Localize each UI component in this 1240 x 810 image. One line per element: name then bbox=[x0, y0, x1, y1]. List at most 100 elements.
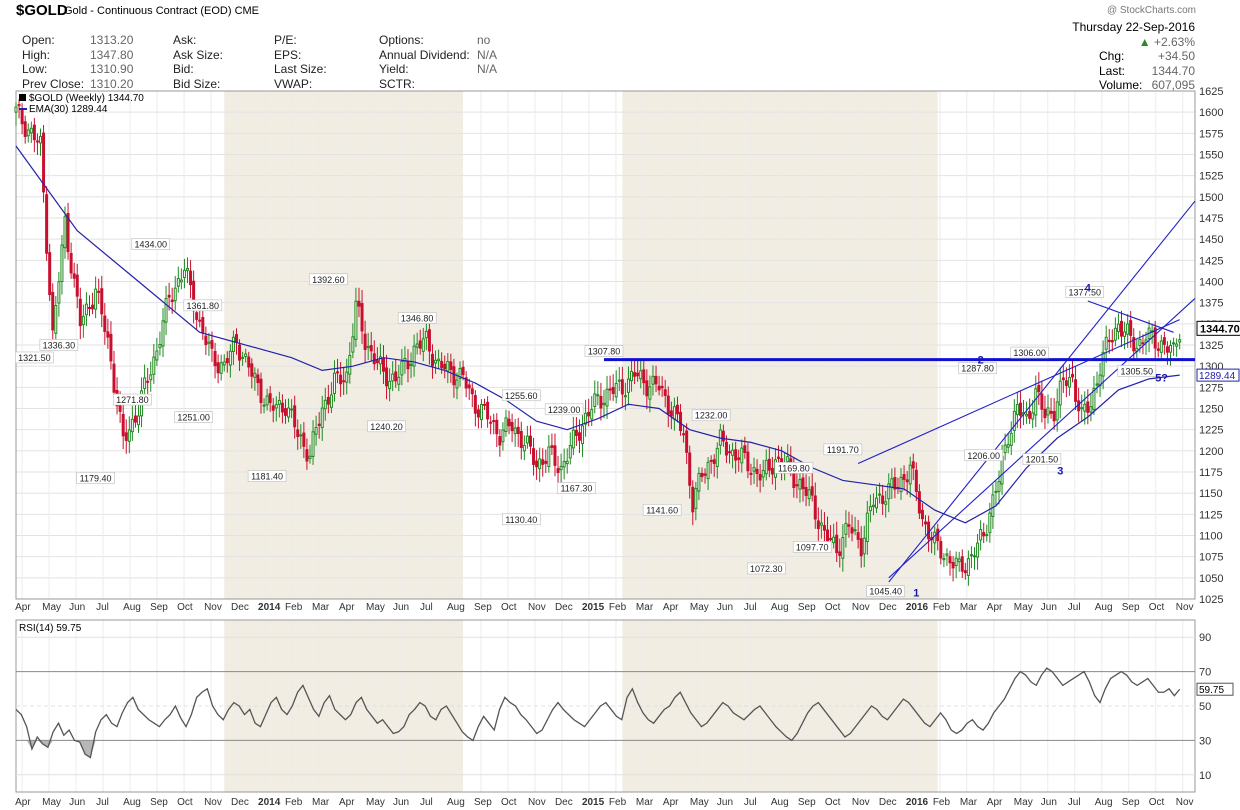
price-x-label-22: Feb bbox=[609, 602, 627, 613]
candle-body-297 bbox=[924, 521, 928, 525]
candle-body-182 bbox=[571, 429, 575, 449]
candle-body-162 bbox=[510, 421, 514, 432]
candle-body-77 bbox=[250, 363, 254, 377]
price-label-24: 1306.00 bbox=[1013, 348, 1046, 358]
rsi-x-label-31: Nov bbox=[852, 797, 870, 808]
candle-body-94 bbox=[302, 432, 306, 447]
price-label-5: 1361.80 bbox=[187, 301, 220, 311]
price-y-tick-0: 1025 bbox=[1199, 594, 1223, 606]
candle-body-210 bbox=[657, 385, 661, 391]
candle-body-271 bbox=[844, 522, 848, 535]
candle-body-215 bbox=[672, 406, 676, 420]
price-label-16: 1141.60 bbox=[646, 505, 678, 515]
rsi-y-tick-4: 90 bbox=[1199, 632, 1211, 644]
candle-body-350 bbox=[1086, 401, 1090, 413]
price-y-tick-14: 1375 bbox=[1199, 298, 1223, 310]
candle-body-135 bbox=[427, 329, 431, 352]
candle-body-202 bbox=[633, 372, 637, 377]
price-label-6: 1251.00 bbox=[177, 413, 210, 423]
candle-body-295 bbox=[917, 491, 921, 514]
price-x-label-2: Jun bbox=[69, 602, 85, 613]
rsi-x-label-39: Jul bbox=[1068, 797, 1081, 808]
candle-body-67 bbox=[219, 362, 223, 374]
candle-body-208 bbox=[651, 375, 655, 385]
candle-body-21 bbox=[78, 298, 82, 327]
price-x-label-23: Mar bbox=[636, 602, 654, 613]
rsi-x-label-29: Sep bbox=[798, 797, 816, 808]
rsi-x-label-43: Nov bbox=[1176, 797, 1194, 808]
rsi-x-label-30: Oct bbox=[825, 797, 841, 808]
candle-body-264 bbox=[822, 525, 826, 531]
candle-body-132 bbox=[418, 340, 422, 349]
rsi-tag-text: 59.75 bbox=[1199, 685, 1224, 696]
price-x-label-34: Feb bbox=[933, 602, 951, 613]
candle-body-156 bbox=[492, 420, 496, 423]
rsi-x-label-4: Aug bbox=[123, 797, 141, 808]
candle-body-334 bbox=[1037, 384, 1041, 393]
candle-body-180 bbox=[565, 460, 569, 465]
candle-body-206 bbox=[645, 380, 649, 397]
rsi-x-label-15: Jul bbox=[420, 797, 433, 808]
price-x-label-19: Nov bbox=[528, 602, 546, 613]
price-x-label-36: Apr bbox=[987, 602, 1003, 613]
candle-body-373 bbox=[1156, 348, 1160, 351]
rsi-x-label-7: Nov bbox=[204, 797, 222, 808]
candle-body-47 bbox=[158, 344, 162, 349]
candle-body-164 bbox=[516, 426, 520, 434]
candle-body-368 bbox=[1141, 342, 1145, 345]
price-label-20: 1072.30 bbox=[750, 564, 783, 574]
price-x-label-42: Oct bbox=[1149, 602, 1165, 613]
price-y-tick-18: 1475 bbox=[1199, 213, 1223, 225]
candle-body-109 bbox=[348, 354, 352, 375]
candle-body-340 bbox=[1055, 401, 1059, 421]
candle-body-220 bbox=[688, 452, 692, 486]
candle-body-327 bbox=[1015, 404, 1019, 416]
price-y-tick-4: 1125 bbox=[1199, 509, 1223, 521]
candle-body-294 bbox=[914, 469, 918, 492]
candle-body-339 bbox=[1052, 410, 1056, 422]
candle-body-355 bbox=[1101, 351, 1105, 377]
candle-body-112 bbox=[357, 300, 361, 307]
price-legend-label: $GOLD (Weekly) 1344.70 bbox=[29, 93, 144, 104]
candle-body-263 bbox=[819, 522, 823, 526]
candle-body-196 bbox=[614, 382, 618, 398]
rsi-panel: Apr May Jun Jul Aug Sep Oct Nov Dec 2014 Feb Mar Apr… bbox=[15, 619, 1234, 808]
candle-body-179 bbox=[562, 460, 566, 468]
candle-body-321 bbox=[997, 481, 1001, 492]
candle-body-150 bbox=[473, 395, 477, 414]
candle-body-80 bbox=[259, 378, 263, 404]
wave-label-1: 2 bbox=[978, 355, 984, 367]
rsi-x-label-8: Dec bbox=[231, 797, 249, 808]
price-y-tick-2: 1075 bbox=[1199, 552, 1223, 564]
price-label-9: 1346.80 bbox=[401, 314, 434, 324]
candle-body-142 bbox=[449, 361, 453, 370]
candle-body-105 bbox=[336, 371, 340, 374]
candle-body-34 bbox=[118, 404, 122, 412]
candle-body-358 bbox=[1110, 340, 1114, 343]
price-y-tick-16: 1425 bbox=[1199, 255, 1223, 267]
candle-body-320 bbox=[994, 490, 998, 493]
candle-body-48 bbox=[161, 320, 165, 347]
candle-body-292 bbox=[908, 464, 912, 485]
candle-body-357 bbox=[1107, 339, 1111, 343]
candle-body-226 bbox=[706, 461, 710, 480]
price-x-label-43: Nov bbox=[1176, 602, 1194, 613]
price-x-label-27: Jul bbox=[744, 602, 757, 613]
candle-body-324 bbox=[1006, 444, 1010, 448]
rsi-x-label-16: Aug bbox=[447, 797, 465, 808]
candle-body-303 bbox=[942, 558, 946, 561]
candle-body-240 bbox=[749, 472, 753, 475]
candle-body-82 bbox=[265, 395, 269, 406]
candle-body-166 bbox=[522, 444, 526, 452]
candle-body-16 bbox=[63, 216, 67, 249]
candle-body-198 bbox=[620, 379, 624, 395]
candle-body-153 bbox=[483, 403, 487, 406]
candle-body-330 bbox=[1025, 413, 1029, 417]
candle-body-261 bbox=[813, 495, 817, 520]
price-x-label-9: 2014 bbox=[258, 602, 281, 613]
candle-body-114 bbox=[363, 333, 367, 351]
rsi-y-tick-1: 30 bbox=[1199, 735, 1211, 747]
price-y-tick-15: 1400 bbox=[1199, 277, 1223, 289]
candle-body-300 bbox=[933, 531, 937, 544]
candle-body-280 bbox=[871, 504, 875, 508]
